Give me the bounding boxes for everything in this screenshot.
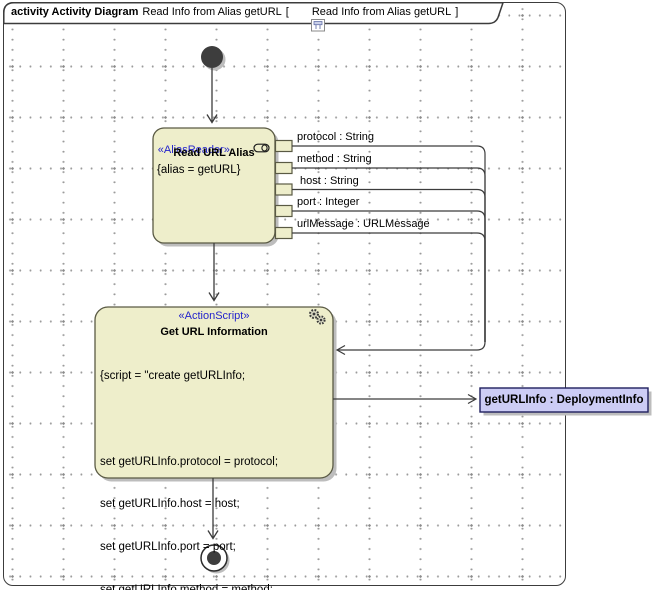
frame-close-bracket: ] bbox=[455, 6, 458, 19]
frame-title: activity Activity Diagram Read Info from… bbox=[11, 6, 458, 19]
read-url-alias-body: {alias = getURL} bbox=[157, 164, 240, 177]
frame-open-bracket: [ bbox=[286, 6, 289, 19]
initial-node[interactable] bbox=[201, 46, 223, 68]
pin-protocol[interactable] bbox=[276, 141, 293, 152]
script-line: set getURLInfo.host = host; bbox=[100, 498, 330, 515]
get-url-information-script: {script = "create getURLInfo; set getURL… bbox=[100, 344, 330, 590]
get-url-information-name: Get URL Information bbox=[95, 326, 333, 339]
script-line: {script = "create getURLInfo; bbox=[100, 370, 330, 387]
frame-context-name: Read Info from Alias getURL bbox=[312, 6, 451, 19]
get-url-information-stereotype: «ActionScript» bbox=[95, 310, 333, 323]
control-flow-read-to-get[interactable] bbox=[209, 243, 219, 301]
pin-label-host[interactable]: host : String bbox=[300, 175, 359, 188]
script-line: set getURLInfo.protocol = protocol; bbox=[100, 456, 330, 473]
control-flow-initial-to-read[interactable] bbox=[207, 68, 217, 123]
frame-diagram-name: Read Info from Alias getURL bbox=[142, 6, 281, 19]
pin-label-urlmessage[interactable]: urlMessage : URLMessage bbox=[297, 218, 430, 231]
script-line bbox=[100, 413, 330, 430]
pin-label-protocol[interactable]: protocol : String bbox=[297, 131, 374, 144]
pin-urlmessage[interactable] bbox=[276, 228, 293, 239]
pin-port[interactable] bbox=[276, 206, 293, 217]
pin-method[interactable] bbox=[276, 163, 293, 174]
diagram-canvas: activity Activity Diagram Read Info from… bbox=[0, 0, 653, 590]
script-line: set getURLInfo.port = port; bbox=[100, 541, 330, 558]
object-flow-to-parameter[interactable] bbox=[333, 395, 476, 404]
activity-diagram-icon bbox=[293, 6, 308, 19]
activity-parameter-label[interactable]: getURLInfo : DeploymentInfo bbox=[480, 388, 648, 412]
frame-keyword: activity Activity Diagram bbox=[11, 6, 138, 19]
read-url-alias-name: Read URL Alias bbox=[153, 147, 275, 160]
pin-label-method[interactable]: method : String bbox=[297, 153, 372, 166]
pin-host[interactable] bbox=[276, 184, 293, 195]
script-line: set getURLInfo.method = method; bbox=[100, 584, 330, 590]
pin-label-port[interactable]: port : Integer bbox=[297, 196, 359, 209]
